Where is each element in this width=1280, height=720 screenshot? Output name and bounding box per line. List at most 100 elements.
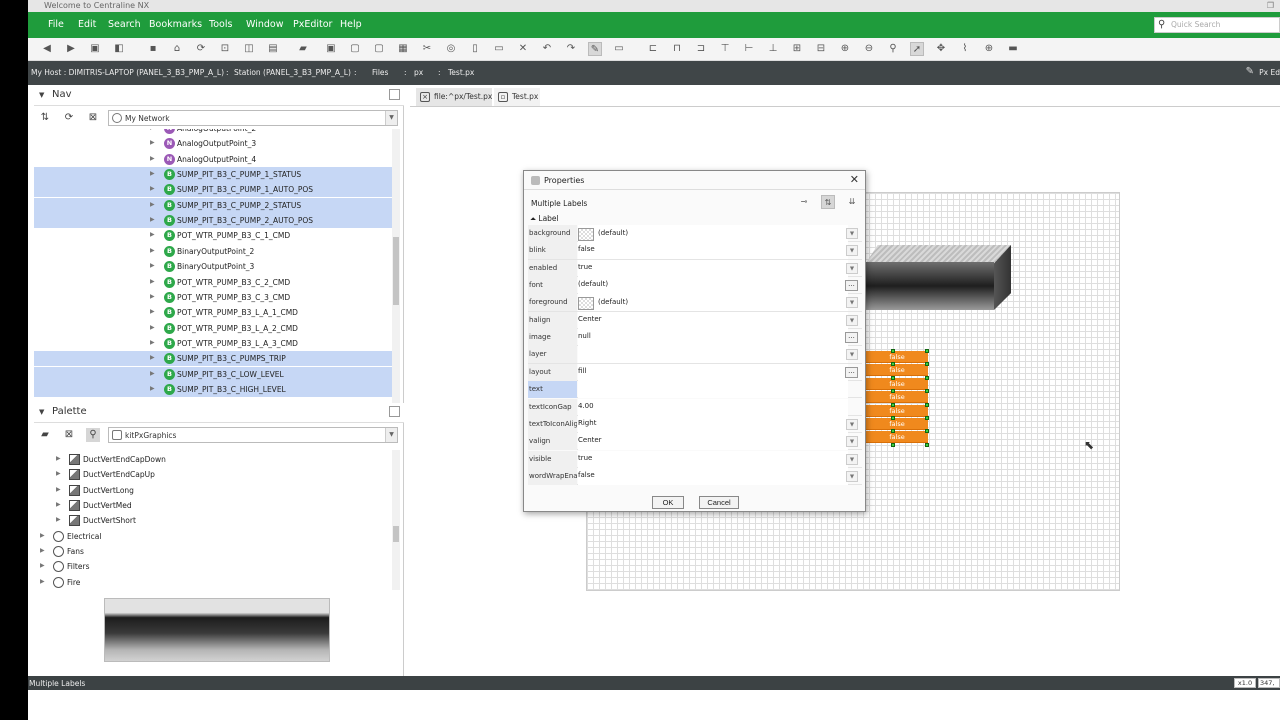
pencil-icon[interactable]: ✎ — [1246, 66, 1254, 77]
palette-item[interactable]: ▶ DuctVertEndCapUp — [34, 467, 392, 482]
expand-arrow-icon[interactable]: ▶ — [56, 516, 61, 523]
zoom-fit-icon[interactable]: ⚲ — [886, 42, 900, 56]
selection-handle[interactable] — [891, 429, 895, 434]
expand-arrow-icon[interactable]: ▶ — [40, 578, 45, 585]
save-bg-icon[interactable]: ▢ — [372, 42, 386, 56]
tree-icon[interactable]: ⊡ — [218, 42, 232, 56]
menu-edit[interactable]: Edit — [78, 18, 96, 32]
expand-arrow-icon[interactable]: ▶ — [150, 139, 155, 146]
close-circle-icon[interactable]: × — [420, 92, 430, 102]
palette-item[interactable]: ▶ Fans — [34, 544, 392, 559]
property-row-text[interactable]: text — [528, 381, 862, 399]
menu-help[interactable]: Help — [340, 18, 362, 32]
expand-arrow-icon[interactable]: ▶ — [40, 562, 45, 569]
expand-arrow-icon[interactable]: ▶ — [150, 308, 155, 315]
menu-pxeditor[interactable]: PxEditor — [293, 18, 332, 32]
property-row-blink[interactable]: blink false ▼ — [528, 242, 862, 260]
pointer-icon[interactable]: ➚ — [910, 42, 924, 56]
chevron-down-icon[interactable]: ▼ — [846, 314, 858, 326]
breadcrumb-host[interactable]: My Host : DIMITRIS-LAPTOP (PANEL_3_B3_PM… — [31, 68, 224, 77]
forward-arrow-icon[interactable]: ▶ — [64, 42, 78, 56]
expand-arrow-icon[interactable]: ▶ — [150, 201, 155, 208]
property-value-field[interactable] — [578, 381, 848, 399]
breadcrumb-files[interactable]: Files — [372, 68, 388, 77]
property-row-image[interactable]: image null... — [528, 329, 862, 347]
expand-arrow-icon[interactable]: ▶ — [150, 231, 155, 238]
cancel-button[interactable]: Cancel — [699, 496, 739, 509]
chevron-down-icon[interactable]: ▼ — [385, 428, 397, 442]
ellipsis-button[interactable]: ... — [845, 332, 858, 344]
breadcrumb-px[interactable]: px — [414, 68, 423, 77]
nav-tree-item[interactable]: ▶ B POT_WTR_PUMP_B3_L_A_3_CMD — [34, 336, 392, 351]
selection-handle[interactable] — [925, 349, 929, 353]
bound-label[interactable]: false — [866, 431, 928, 444]
tab-file-test[interactable]: × file:^px/Test.px — [416, 88, 492, 106]
property-value-field[interactable]: Center — [578, 433, 848, 451]
save-icon[interactable]: ▣ — [324, 42, 338, 56]
expand-arrow-icon[interactable]: ▶ — [56, 470, 61, 477]
chevron-down-icon[interactable]: ▼ — [385, 111, 397, 125]
palette-item[interactable]: ▶ DuctVertShort — [34, 513, 392, 528]
duct-graphic-front[interactable] — [866, 262, 994, 310]
expand-arrow-icon[interactable]: ▶ — [150, 262, 155, 269]
palette-item[interactable]: ▶ DuctVertEndCapDown — [34, 452, 392, 467]
nav-tree-item[interactable]: ▶ B SUMP_PIT_B3_C_PUMP_1_STATUS — [34, 167, 392, 183]
property-value-field[interactable] — [578, 346, 848, 364]
expand-arrow-icon[interactable]: ▶ — [56, 501, 61, 508]
expand-arrow-icon[interactable]: ▶ — [150, 278, 155, 285]
open-folder-icon[interactable]: ▰ — [38, 428, 52, 442]
selection-handle[interactable] — [925, 389, 929, 394]
align-right-icon[interactable]: ⊐ — [694, 42, 708, 56]
selection-handle[interactable] — [925, 443, 929, 447]
pencil-icon[interactable]: ✎ — [588, 42, 602, 56]
property-row-background[interactable]: background (default) ▼ — [528, 225, 862, 243]
expand-arrow-icon[interactable]: ▶ — [150, 339, 155, 346]
expand-arrow-icon[interactable]: ▶ — [40, 532, 45, 539]
undo-icon[interactable]: ↶ — [540, 42, 554, 56]
refresh-icon[interactable]: ⟳ — [62, 111, 76, 125]
tab-test-px[interactable]: ▫ Test.px — [494, 88, 540, 106]
selection-handle[interactable] — [925, 416, 929, 420]
expand-arrow-icon[interactable]: ▶ — [150, 216, 155, 223]
open-folder-icon[interactable]: ▰ — [296, 42, 310, 56]
delete-icon[interactable]: ✕ — [516, 42, 530, 56]
search-icon[interactable]: ⚲ — [86, 428, 100, 442]
console-icon[interactable]: ▪ — [146, 42, 160, 56]
sync-icon[interactable]: ⇅ — [38, 111, 52, 125]
palette-item[interactable]: ▶ Filters — [34, 559, 392, 574]
align-bottom-icon[interactable]: ⊥ — [766, 42, 780, 56]
property-value-field[interactable]: (default) — [578, 225, 848, 242]
paste-icon[interactable]: ▯ — [468, 42, 482, 56]
side-bar-icon[interactable]: ◧ — [112, 42, 126, 56]
breadcrumb-file[interactable]: Test.px — [448, 68, 474, 77]
nav-tree-item[interactable]: ▶ B SUMP_PIT_B3_C_PUMP_2_STATUS — [34, 197, 392, 213]
expand-arrow-icon[interactable]: ▶ — [150, 293, 155, 300]
chevron-down-icon[interactable]: ▼ — [846, 245, 858, 257]
property-value-field[interactable]: 4.00 — [578, 398, 848, 416]
expand-arrow-icon[interactable]: ▶ — [150, 185, 155, 192]
pan-icon[interactable]: ✥ — [934, 42, 948, 56]
home-icon[interactable]: ⌂ — [170, 42, 184, 56]
selection-handle[interactable] — [891, 362, 895, 367]
palette-item[interactable]: ▶ DuctVertLong — [34, 483, 392, 498]
nav-tree-item[interactable]: ▶ B POT_WTR_PUMP_B3_C_1_CMD — [34, 228, 392, 243]
property-row-halign[interactable]: halign Center ▼ — [528, 311, 862, 330]
property-value-field[interactable]: true — [578, 259, 848, 277]
expand-arrow-icon[interactable]: ▶ — [150, 170, 155, 177]
menu-bookmarks[interactable]: Bookmarks — [149, 18, 202, 32]
selection-handle[interactable] — [891, 349, 895, 353]
property-row-visible[interactable]: visible true ▼ — [528, 450, 862, 468]
chevron-down-icon[interactable]: ▼ — [846, 470, 858, 482]
duct-graphic-top[interactable] — [866, 245, 1011, 263]
zoom-out-icon[interactable]: ⊖ — [862, 42, 876, 56]
collapse-caret-icon[interactable]: ▼ — [39, 408, 44, 416]
selection-handle[interactable] — [925, 362, 929, 367]
window-restore-icon[interactable]: ❐ — [1267, 0, 1274, 12]
nav-tree-item[interactable]: ▶ B POT_WTR_PUMP_B3_L_A_1_CMD — [34, 305, 392, 320]
bound-label[interactable]: false — [866, 364, 928, 377]
expand-arrow-icon[interactable]: ▶ — [150, 354, 155, 361]
chevron-down-icon[interactable]: ▼ — [846, 453, 858, 465]
align-center-icon[interactable]: ⊓ — [670, 42, 684, 56]
property-row-foreground[interactable]: foreground (default) ▼ — [528, 294, 862, 312]
chevron-down-icon[interactable]: ▼ — [846, 436, 858, 448]
